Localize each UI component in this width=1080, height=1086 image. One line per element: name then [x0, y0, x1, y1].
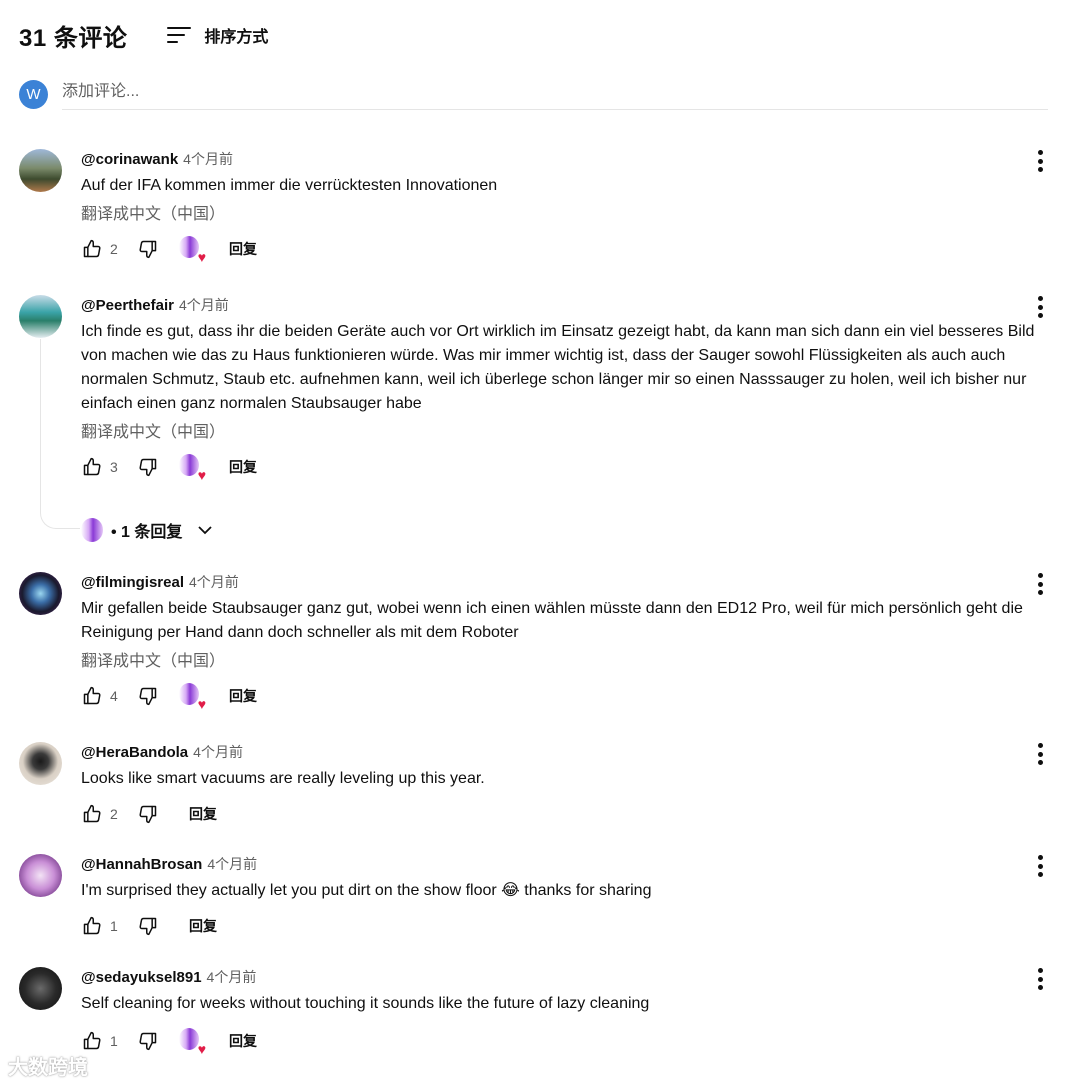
reply-button[interactable]: 回复 [229, 686, 257, 706]
comment-text: Mir gefallen beide Staubsauger ganz gut,… [81, 600, 1023, 641]
comment-item: @Peerthefair 4个月前 Ich finde es gut, dass… [19, 295, 1064, 495]
translate-link[interactable]: 翻译成中文（中国） [81, 203, 1064, 227]
like-count: 3 [110, 459, 118, 475]
reply-button[interactable]: 回复 [229, 1031, 257, 1051]
like-count: 2 [110, 806, 118, 822]
like-count: 2 [110, 241, 118, 257]
comment-text: Auf der IFA kommen immer die verrücktest… [81, 177, 498, 194]
comment-time[interactable]: 4个月前 [189, 572, 239, 592]
comment-actions: 2 回复 [81, 799, 1064, 829]
reply-button[interactable]: 回复 [189, 916, 217, 936]
comment-time[interactable]: 4个月前 [207, 854, 257, 874]
avatar[interactable] [19, 572, 62, 615]
user-avatar[interactable]: W [19, 80, 48, 109]
comment-actions: 1 ♥ 回复 [81, 1026, 1064, 1056]
translate-link[interactable]: 翻译成中文（中国） [81, 650, 1064, 674]
thumb-down-icon[interactable] [137, 238, 159, 260]
replies-count-label: • 1 条回复 [111, 524, 183, 541]
sort-button[interactable]: 排序方式 [167, 23, 268, 47]
avatar[interactable] [19, 742, 62, 785]
creator-heart-icon: ♥ [177, 454, 206, 482]
reply-button[interactable]: 回复 [189, 804, 217, 824]
thumb-up-icon[interactable] [81, 685, 103, 707]
comments-header: 31 条评论 排序方式 [19, 18, 268, 52]
thumb-down-icon[interactable] [137, 456, 159, 478]
comment-author[interactable]: @Peerthefair [81, 297, 174, 314]
thumb-down-icon[interactable] [137, 1030, 159, 1052]
comment-author[interactable]: @HeraBandola [81, 744, 188, 761]
comment-text: I'm surprised they actually let you put … [81, 882, 652, 899]
avatar[interactable] [19, 854, 62, 897]
comment-item: @HeraBandola 4个月前 Looks like smart vacuu… [19, 742, 1064, 837]
thumb-up-icon[interactable] [81, 1030, 103, 1052]
creator-heart-icon: ♥ [177, 1028, 206, 1056]
comment-text: Self cleaning for weeks without touching… [81, 995, 650, 1012]
comment-author[interactable]: @filmingisreal [81, 574, 184, 591]
more-vert-icon[interactable] [1030, 572, 1050, 596]
translate-link[interactable]: 翻译成中文（中国） [81, 421, 1064, 445]
watermark: 大数跨境 [8, 1057, 88, 1079]
more-vert-icon[interactable] [1030, 742, 1050, 766]
like-count: 4 [110, 688, 118, 704]
avatar[interactable] [19, 149, 62, 192]
thumb-down-icon[interactable] [137, 915, 159, 937]
comment-author[interactable]: @HannahBrosan [81, 856, 202, 873]
like-count: 1 [110, 918, 118, 934]
comment-count: 31 条评论 [19, 24, 128, 52]
chevron-down-icon [198, 526, 213, 535]
thumb-up-icon[interactable] [81, 803, 103, 825]
creator-heart-icon: ♥ [177, 683, 206, 711]
thumb-down-icon[interactable] [137, 803, 159, 825]
comment-time[interactable]: 4个月前 [183, 149, 233, 169]
comment-actions: 4 ♥ 回复 [81, 681, 1064, 711]
comment-item: @corinawank 4个月前 Auf der IFA kommen imme… [19, 149, 1064, 269]
comment-author[interactable]: @sedayuksel891 [81, 969, 202, 986]
more-vert-icon[interactable] [1030, 967, 1050, 991]
comment-time[interactable]: 4个月前 [179, 295, 229, 315]
comment-item: @filmingisreal 4个月前 Mir gefallen beide S… [19, 572, 1064, 722]
comment-text: Looks like smart vacuums are really leve… [81, 770, 485, 787]
comment-item: @HannahBrosan 4个月前 I'm surprised they ac… [19, 854, 1064, 949]
comment-time[interactable]: 4个月前 [193, 742, 243, 762]
comment-time[interactable]: 4个月前 [207, 967, 257, 987]
comment-actions: 3 ♥ 回复 [81, 452, 1064, 482]
comment-author[interactable]: @corinawank [81, 151, 178, 168]
more-vert-icon[interactable] [1030, 149, 1050, 173]
reply-button[interactable]: 回复 [229, 457, 257, 477]
thumb-up-icon[interactable] [81, 915, 103, 937]
sort-icon [167, 25, 192, 45]
like-count: 1 [110, 1033, 118, 1049]
comment-item: @sedayuksel891 4个月前 Self cleaning for we… [19, 967, 1064, 1067]
reply-button[interactable]: 回复 [229, 239, 257, 259]
creator-avatar [81, 518, 103, 542]
add-comment-row: W [19, 80, 1048, 111]
thumb-up-icon[interactable] [81, 238, 103, 260]
comment-actions: 2 ♥ 回复 [81, 234, 1064, 264]
comment-text: Ich finde es gut, dass ihr die beiden Ge… [81, 323, 1035, 412]
thumb-up-icon[interactable] [81, 456, 103, 478]
show-replies-button[interactable]: • 1 条回复 [81, 517, 214, 543]
comment-actions: 1 回复 [81, 911, 1064, 941]
sort-label: 排序方式 [204, 29, 269, 46]
more-vert-icon[interactable] [1030, 854, 1050, 878]
add-comment-input[interactable] [62, 80, 1048, 110]
avatar[interactable] [19, 967, 62, 1010]
more-vert-icon[interactable] [1030, 295, 1050, 319]
avatar[interactable] [19, 295, 62, 338]
creator-heart-icon: ♥ [177, 236, 206, 264]
thumb-down-icon[interactable] [137, 685, 159, 707]
